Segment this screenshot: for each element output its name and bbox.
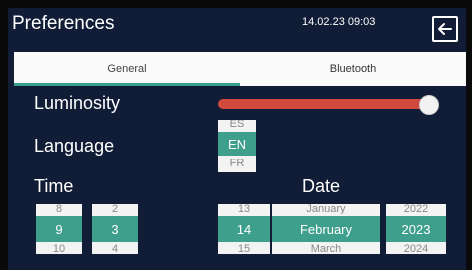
tab-bar: General Bluetooth — [14, 52, 466, 86]
datetime-display: 14.02.23 09:03 — [302, 16, 376, 28]
preferences-screen: Preferences 14.02.23 09:03 General Bluet… — [8, 8, 466, 270]
day-picker[interactable]: 13 14 15 — [218, 204, 270, 254]
minute-next-option[interactable]: 4 — [112, 244, 118, 254]
hour-prev-option[interactable]: 8 — [56, 204, 62, 214]
luminosity-slider-track[interactable] — [218, 99, 436, 109]
year-picker[interactable]: 2022 2023 2024 — [386, 204, 446, 254]
language-picker[interactable]: ES EN FR — [218, 120, 256, 172]
luminosity-slider-thumb[interactable] — [419, 95, 439, 115]
tab-general-label: General — [107, 63, 147, 75]
tab-bluetooth[interactable]: Bluetooth — [240, 52, 466, 86]
month-selected-option[interactable]: February — [272, 216, 380, 242]
language-selected-option[interactable]: EN — [218, 132, 256, 156]
back-button[interactable] — [432, 16, 458, 42]
year-selected-option[interactable]: 2023 — [386, 216, 446, 242]
date-label: Date — [302, 176, 341, 196]
minute-prev-option[interactable]: 2 — [112, 204, 118, 214]
arrow-left-icon — [438, 23, 452, 35]
minute-picker[interactable]: 2 3 4 — [92, 204, 138, 254]
hour-picker[interactable]: 8 9 10 — [36, 204, 82, 254]
year-next-option[interactable]: 2024 — [404, 244, 428, 254]
minute-selected-option[interactable]: 3 — [92, 216, 138, 242]
month-prev-option[interactable]: January — [306, 204, 345, 214]
page-title: Preferences — [12, 13, 115, 34]
tab-bluetooth-label: Bluetooth — [329, 63, 377, 75]
language-next-option[interactable]: FR — [230, 159, 245, 168]
hour-next-option[interactable]: 10 — [53, 244, 65, 254]
luminosity-label: Luminosity — [34, 93, 121, 113]
language-label: Language — [34, 136, 115, 156]
month-next-option[interactable]: March — [311, 244, 342, 254]
year-prev-option[interactable]: 2022 — [404, 204, 428, 214]
header-bar: Preferences 14.02.23 09:03 — [8, 8, 466, 46]
day-next-option[interactable]: 15 — [238, 244, 250, 254]
hour-selected-option[interactable]: 9 — [36, 216, 82, 242]
luminosity-slider[interactable] — [218, 95, 446, 115]
language-prev-option[interactable]: ES — [230, 120, 245, 129]
day-prev-option[interactable]: 13 — [238, 204, 250, 214]
month-picker[interactable]: January February March — [272, 204, 380, 254]
day-selected-option[interactable]: 14 — [218, 216, 270, 242]
tab-general[interactable]: General — [14, 52, 240, 86]
time-label: Time — [34, 176, 74, 196]
